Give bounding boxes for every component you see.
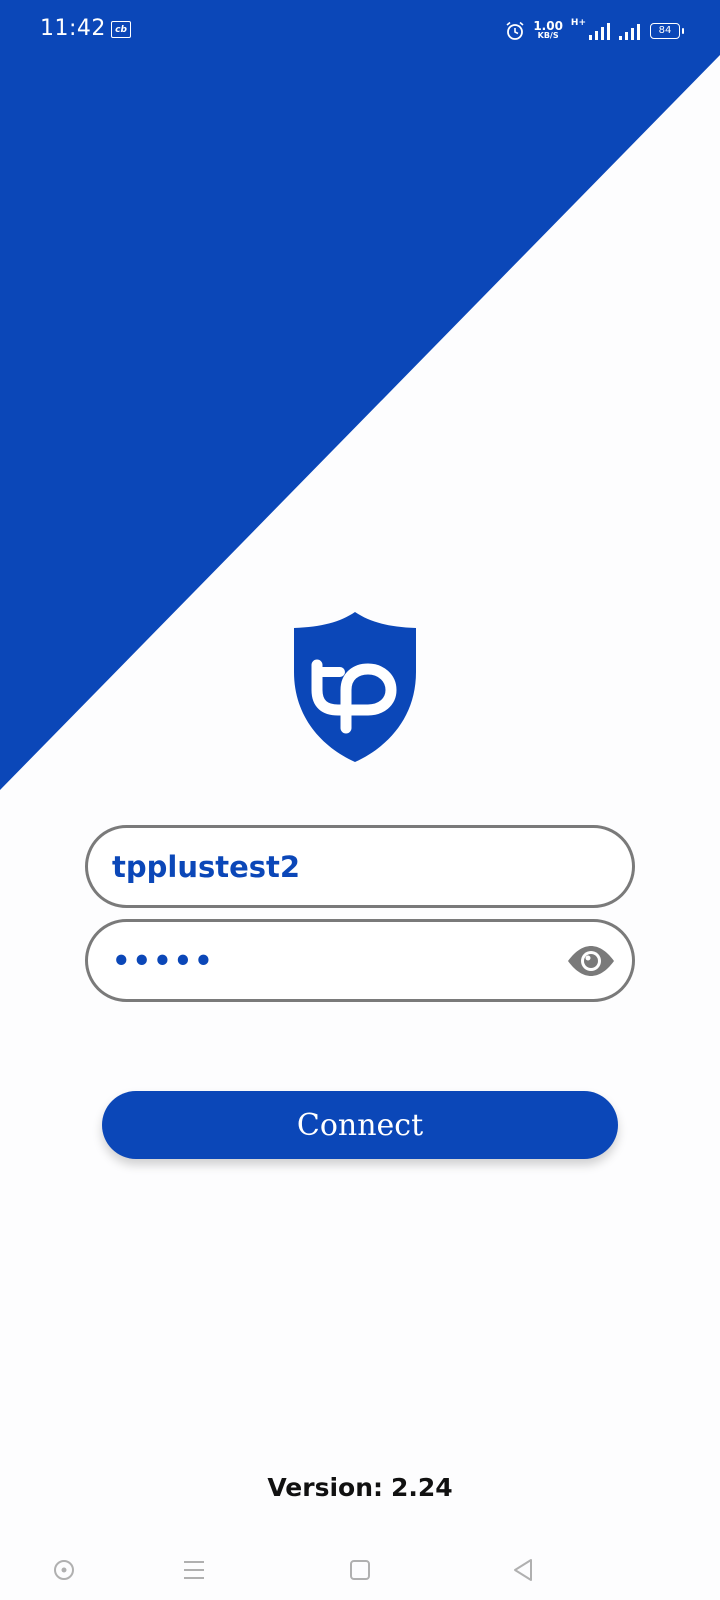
battery-icon: 84 <box>650 23 684 39</box>
speed-unit: KB/S <box>537 31 559 40</box>
assistant-icon[interactable] <box>46 1552 82 1588</box>
connect-button[interactable]: Connect <box>102 1091 618 1159</box>
version-text: Version: 2.24 <box>0 1473 720 1502</box>
password-field[interactable] <box>85 919 635 1002</box>
status-time: 11:42 <box>40 16 106 41</box>
shield-tp-logo <box>294 612 416 762</box>
show-password-eye-icon[interactable] <box>566 944 616 978</box>
status-icons: 1.00 KB/S H+ 84 <box>505 18 684 44</box>
speed-value: 1.00 <box>533 19 563 33</box>
username-input[interactable] <box>112 828 552 905</box>
signal-icon-2 <box>619 24 640 40</box>
version-value: 2.24 <box>391 1473 453 1502</box>
login-screen: 11:42 cb 1.00 KB/S H+ 84 tpplustest2 •••… <box>0 0 720 1600</box>
menu-icon[interactable] <box>176 1552 212 1588</box>
network-speed: 1.00 KB/S <box>533 19 563 41</box>
alarm-icon <box>506 21 524 40</box>
network-type: H+ <box>570 18 586 28</box>
signal-icon <box>589 23 610 40</box>
password-input[interactable] <box>112 922 552 999</box>
home-icon[interactable] <box>342 1552 378 1588</box>
version-label: Version: <box>267 1473 383 1502</box>
username-field[interactable] <box>85 825 635 908</box>
system-nav-bar <box>0 1540 720 1600</box>
background-diagonal <box>0 0 720 790</box>
status-bar: 11:42 cb 1.00 KB/S H+ 84 <box>0 0 720 62</box>
cb-notification-icon: cb <box>111 21 131 38</box>
back-icon[interactable] <box>505 1552 541 1588</box>
